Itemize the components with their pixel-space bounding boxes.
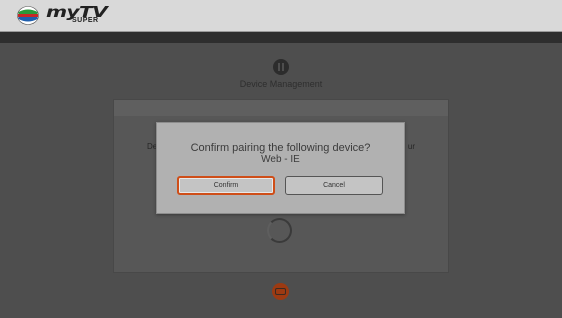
back-button[interactable] (272, 283, 289, 300)
loading-spinner-icon (267, 218, 292, 243)
page-title: Device Management (239, 79, 323, 89)
panel-text-right: ur (407, 142, 415, 151)
panel-header (114, 100, 448, 116)
top-bar: myTV SUPER (0, 0, 562, 32)
dialog-title: Confirm pairing the following device? (190, 142, 371, 154)
pairing-dialog: Confirm pairing the following device? We… (156, 122, 405, 214)
cancel-button[interactable]: Cancel (285, 176, 383, 195)
back-icon (275, 288, 286, 295)
brand-sub: SUPER (72, 17, 99, 24)
confirm-button[interactable]: Confirm (177, 176, 275, 195)
device-management-icon (273, 59, 289, 75)
mytv-super-wordmark: myTV SUPER (46, 3, 108, 24)
dialog-device-name: Web - IE (261, 154, 300, 165)
header-strip (0, 32, 562, 43)
tvb-logo-icon (17, 6, 39, 25)
